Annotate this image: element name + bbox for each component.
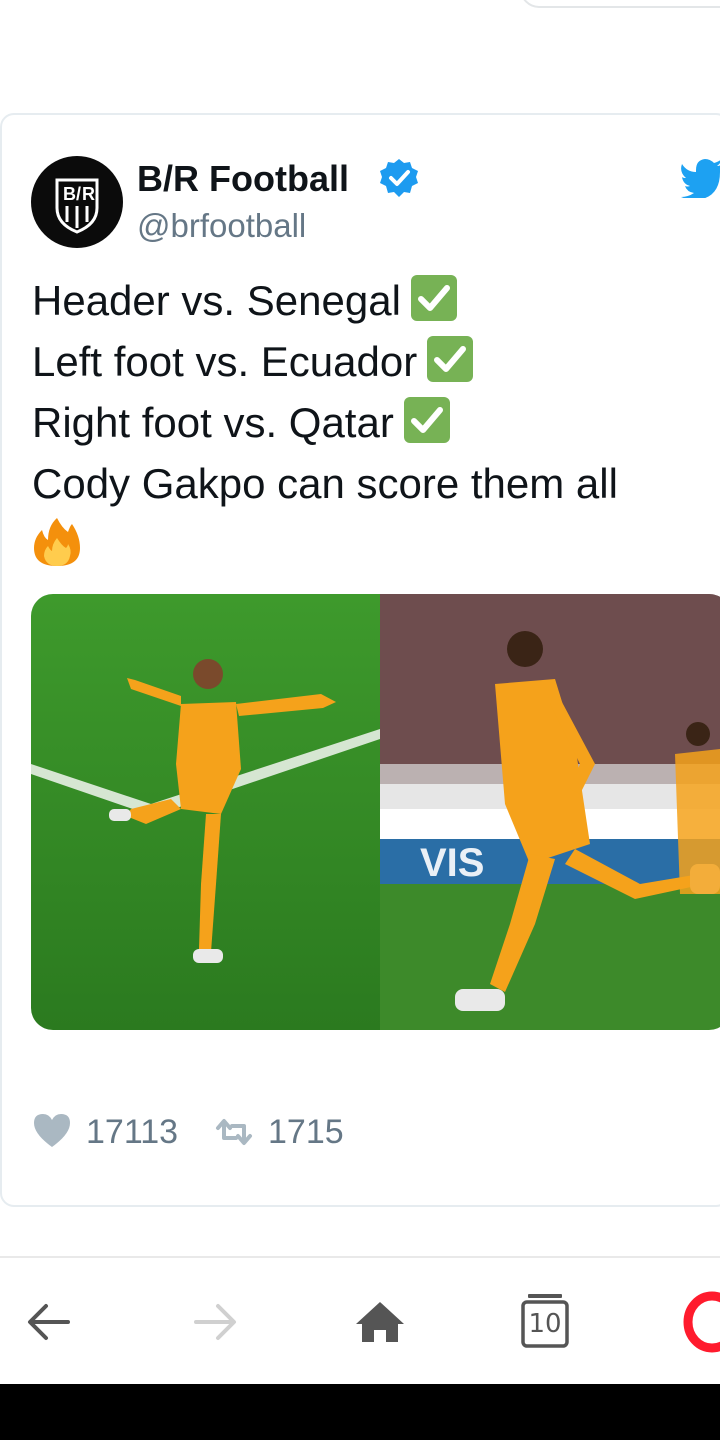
tab-count: 10: [528, 1309, 562, 1339]
system-navigation-bar: [0, 1384, 720, 1440]
retweet-count: 1715: [268, 1113, 344, 1151]
tweet-line: Right foot vs. Qatar: [32, 392, 712, 453]
forward-arrow-icon[interactable]: [186, 1290, 246, 1354]
verified-badge-icon: [380, 159, 418, 197]
br-logo-icon: B / R: [55, 178, 99, 234]
svg-text:R: R: [82, 184, 95, 204]
tweet-line: Cody Gakpo can score them all: [32, 460, 618, 507]
svg-text:/: /: [76, 184, 81, 204]
back-arrow-icon[interactable]: [22, 1290, 82, 1354]
top-pill-button[interactable]: [520, 0, 720, 8]
tweet-line: Left foot vs. Ecuador: [32, 331, 712, 392]
like-count: 17113: [86, 1113, 179, 1151]
svg-text:VIS: VIS: [420, 841, 484, 885]
home-icon[interactable]: [350, 1290, 410, 1354]
retweet-icon[interactable]: [214, 1118, 254, 1146]
tweet-line: Header vs. Senegal: [32, 270, 712, 331]
handle[interactable]: @brfootball: [137, 206, 306, 246]
avatar[interactable]: B / R: [31, 156, 123, 248]
svg-text:B: B: [63, 184, 76, 204]
tweet-text: Header vs. Senegal Left foot vs. Ecuador…: [32, 270, 712, 568]
display-name[interactable]: B/R Football: [137, 158, 349, 200]
check-mark-icon: [410, 275, 457, 321]
tabs-button[interactable]: 10: [520, 1290, 580, 1354]
opera-logo-icon[interactable]: [682, 1290, 720, 1354]
check-mark-icon: [427, 336, 474, 382]
gakpo-running-photo-right[interactable]: VIS: [380, 594, 720, 1030]
gakpo-celebration-photo-left[interactable]: [31, 594, 380, 1030]
tweet-media[interactable]: VIS: [31, 594, 720, 1030]
check-mark-icon: [403, 397, 450, 443]
twitter-bird-icon[interactable]: [680, 158, 720, 198]
fire-icon: [34, 518, 80, 566]
heart-icon[interactable]: [32, 1112, 72, 1148]
